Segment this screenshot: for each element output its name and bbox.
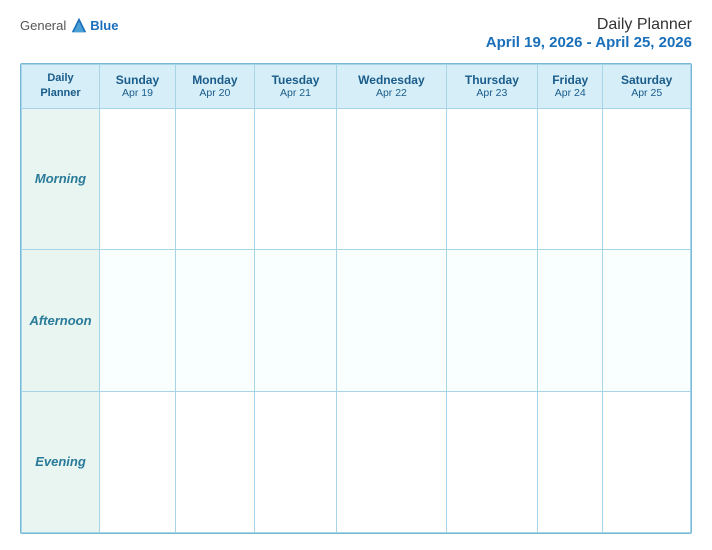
morning-monday[interactable]: [175, 108, 254, 249]
header-sunday: Sunday Apr 19: [100, 65, 176, 109]
morning-label: Morning: [22, 108, 100, 249]
header-monday: Monday Apr 20: [175, 65, 254, 109]
morning-friday[interactable]: [538, 108, 603, 249]
header-friday: Friday Apr 24: [538, 65, 603, 109]
page-header: General Blue Daily Planner April 19, 202…: [20, 16, 692, 51]
first-col-line1: Daily: [47, 72, 73, 84]
evening-saturday[interactable]: [603, 391, 691, 532]
morning-saturday[interactable]: [603, 108, 691, 249]
day-name-thursday: Thursday: [451, 73, 533, 87]
evening-tuesday[interactable]: [254, 391, 336, 532]
afternoon-tuesday[interactable]: [254, 250, 336, 391]
morning-tuesday[interactable]: [254, 108, 336, 249]
header-thursday: Thursday Apr 23: [446, 65, 537, 109]
day-name-wednesday: Wednesday: [341, 73, 441, 87]
header-wednesday: Wednesday Apr 22: [337, 65, 446, 109]
logo-blue-text: Blue: [90, 18, 118, 33]
logo-icon: [70, 16, 88, 34]
day-date-monday: Apr 20: [180, 87, 250, 99]
afternoon-thursday[interactable]: [446, 250, 537, 391]
day-name-friday: Friday: [542, 73, 598, 87]
afternoon-wednesday[interactable]: [337, 250, 446, 391]
day-name-saturday: Saturday: [607, 73, 686, 87]
evening-wednesday[interactable]: [337, 391, 446, 532]
evening-row: Evening: [22, 391, 691, 532]
morning-thursday[interactable]: [446, 108, 537, 249]
evening-sunday[interactable]: [100, 391, 176, 532]
afternoon-friday[interactable]: [538, 250, 603, 391]
evening-label: Evening: [22, 391, 100, 532]
first-col-line2: Planner: [40, 87, 80, 99]
afternoon-sunday[interactable]: [100, 250, 176, 391]
afternoon-label: Afternoon: [22, 250, 100, 391]
day-date-tuesday: Apr 21: [259, 87, 332, 99]
header-label-cell: Daily Planner: [22, 65, 100, 109]
afternoon-saturday[interactable]: [603, 250, 691, 391]
date-range: April 19, 2026 - April 25, 2026: [486, 34, 692, 51]
calendar-container: Daily Planner Sunday Apr 19 Monday Apr 2…: [20, 63, 692, 534]
morning-wednesday[interactable]: [337, 108, 446, 249]
header-row: Daily Planner Sunday Apr 19 Monday Apr 2…: [22, 65, 691, 109]
page-title: Daily Planner: [486, 16, 692, 34]
day-date-friday: Apr 24: [542, 87, 598, 99]
logo-area: General Blue: [20, 16, 118, 34]
day-date-sunday: Apr 19: [104, 87, 171, 99]
header-saturday: Saturday Apr 25: [603, 65, 691, 109]
evening-monday[interactable]: [175, 391, 254, 532]
day-date-thursday: Apr 23: [451, 87, 533, 99]
day-name-tuesday: Tuesday: [259, 73, 332, 87]
day-date-wednesday: Apr 22: [341, 87, 441, 99]
day-name-monday: Monday: [180, 73, 250, 87]
afternoon-monday[interactable]: [175, 250, 254, 391]
morning-row: Morning: [22, 108, 691, 249]
logo: General Blue: [20, 16, 118, 34]
day-date-saturday: Apr 25: [607, 87, 686, 99]
header-tuesday: Tuesday Apr 21: [254, 65, 336, 109]
evening-friday[interactable]: [538, 391, 603, 532]
title-area: Daily Planner April 19, 2026 - April 25,…: [486, 16, 692, 51]
planner-table: Daily Planner Sunday Apr 19 Monday Apr 2…: [21, 64, 691, 533]
afternoon-row: Afternoon: [22, 250, 691, 391]
morning-sunday[interactable]: [100, 108, 176, 249]
logo-general-text: General: [20, 18, 66, 33]
evening-thursday[interactable]: [446, 391, 537, 532]
day-name-sunday: Sunday: [104, 73, 171, 87]
